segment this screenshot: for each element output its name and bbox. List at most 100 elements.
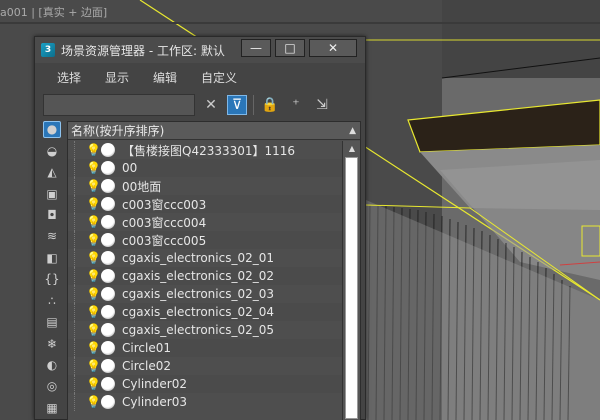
- viewport-label[interactable]: a001 | [真实 + 边面]: [0, 4, 107, 20]
- list-item[interactable]: 💡 Cylinder02: [68, 375, 342, 393]
- visibility-icon[interactable]: [101, 323, 115, 337]
- groups-icon[interactable]: ◧: [43, 250, 61, 266]
- visibility-icon[interactable]: [101, 233, 115, 247]
- hidden-icon[interactable]: ◐: [43, 357, 61, 373]
- light-bulb-icon[interactable]: 💡: [86, 377, 101, 391]
- light-bulb-icon[interactable]: 💡: [86, 359, 101, 373]
- visibility-icon[interactable]: [101, 179, 115, 193]
- frozen-icon[interactable]: ❄: [43, 335, 61, 351]
- visibility-icon[interactable]: [101, 197, 115, 211]
- spacewarps-icon[interactable]: ≋: [43, 228, 61, 244]
- search-input[interactable]: [43, 94, 195, 116]
- vertical-scrollbar[interactable]: ▲: [342, 141, 360, 420]
- list-item[interactable]: 💡 c003窗ccc005: [68, 231, 342, 249]
- visibility-icon[interactable]: [101, 341, 115, 355]
- sort-ascending-icon[interactable]: ▲: [349, 122, 356, 140]
- tree-connector: [74, 159, 75, 177]
- cameras-icon[interactable]: ▣: [43, 185, 61, 201]
- list-item[interactable]: 💡 c003窗ccc004: [68, 213, 342, 231]
- menu-select[interactable]: 选择: [43, 69, 91, 86]
- visibility-icon[interactable]: [101, 215, 115, 229]
- object-name: cgaxis_electronics_02_05: [122, 323, 274, 337]
- tree-connector: [74, 231, 75, 249]
- list-item[interactable]: 💡 cgaxis_electronics_02_03: [68, 285, 342, 303]
- list-item[interactable]: 💡 cgaxis_electronics_02_02: [68, 267, 342, 285]
- close-button[interactable]: ✕: [309, 39, 357, 57]
- containers-icon[interactable]: ▤: [43, 314, 61, 330]
- list-item[interactable]: 💡 00: [68, 159, 342, 177]
- menu-edit[interactable]: 编辑: [139, 69, 187, 86]
- light-bulb-icon[interactable]: 💡: [86, 143, 101, 157]
- list-item[interactable]: 💡 Cylinder03: [68, 393, 342, 411]
- list-item[interactable]: 💡 00地面: [68, 177, 342, 195]
- geometry-icon[interactable]: ●: [43, 121, 61, 138]
- visibility-icon[interactable]: [101, 143, 115, 157]
- lights-icon[interactable]: ◭: [43, 164, 61, 180]
- tree-connector: [74, 177, 75, 195]
- visibility-icon[interactable]: [101, 161, 115, 175]
- object-name: cgaxis_electronics_02_04: [122, 305, 274, 319]
- object-name: 00: [122, 161, 138, 175]
- scroll-thumb[interactable]: [345, 157, 358, 419]
- title-bar[interactable]: 3 场景资源管理器 - 工作区: 默认 — □ ✕: [35, 37, 365, 63]
- light-bulb-icon[interactable]: 💡: [86, 215, 101, 229]
- scene-explorer-window[interactable]: 3 场景资源管理器 - 工作区: 默认 — □ ✕ 选择 显示 编辑 自定义 ✕…: [34, 36, 366, 420]
- tree-connector: [74, 267, 75, 285]
- visibility-icon[interactable]: [101, 377, 115, 391]
- object-name: cgaxis_electronics_02_01: [122, 251, 274, 265]
- light-bulb-icon[interactable]: 💡: [86, 161, 101, 175]
- list-item[interactable]: 💡 【售楼接图Q42333301】1116: [68, 141, 342, 159]
- visibility-icon[interactable]: [101, 359, 115, 373]
- tree-connector: [74, 285, 75, 303]
- light-bulb-icon[interactable]: 💡: [86, 233, 101, 247]
- light-bulb-icon[interactable]: 💡: [86, 323, 101, 337]
- list-item[interactable]: 💡 c003窗ccc003: [68, 195, 342, 213]
- menu-bar: 选择 显示 编辑 自定义: [43, 65, 247, 89]
- object-name: Cylinder02: [122, 377, 187, 391]
- bones-icon[interactable]: ∴: [43, 293, 61, 309]
- maximize-button[interactable]: □: [275, 39, 305, 57]
- visibility-icon[interactable]: [101, 287, 115, 301]
- visibility-icon[interactable]: [101, 269, 115, 283]
- xrefs-icon[interactable]: {}: [43, 271, 61, 287]
- light-bulb-icon[interactable]: 💡: [86, 305, 101, 319]
- explorer-toolbar: ✕ ⊽ 🔒 ⁺ ⇲: [43, 93, 363, 117]
- clear-search-icon[interactable]: ✕: [201, 95, 221, 115]
- light-bulb-icon[interactable]: 💡: [86, 197, 101, 211]
- filter-icon[interactable]: ⊽: [227, 95, 247, 115]
- lock-icon[interactable]: 🔒: [260, 95, 280, 115]
- viewport-border: [0, 22, 600, 24]
- app-logo-icon: 3: [41, 43, 55, 57]
- scroll-up-icon[interactable]: ▲: [346, 143, 358, 155]
- light-bulb-icon[interactable]: 💡: [86, 287, 101, 301]
- display-all-icon[interactable]: ▦: [43, 400, 61, 416]
- visibility-icon[interactable]: [101, 251, 115, 265]
- object-name: 00地面: [122, 179, 162, 194]
- light-bulb-icon[interactable]: 💡: [86, 395, 101, 409]
- light-bulb-icon[interactable]: 💡: [86, 341, 101, 355]
- visibility-icon[interactable]: [101, 395, 115, 409]
- list-item[interactable]: 💡 cgaxis_electronics_02_01: [68, 249, 342, 267]
- light-bulb-icon[interactable]: 💡: [86, 179, 101, 193]
- add-to-selection-icon[interactable]: ⁺: [286, 95, 306, 115]
- menu-display[interactable]: 显示: [91, 69, 139, 86]
- menu-customize[interactable]: 自定义: [187, 69, 247, 86]
- visibility-icon[interactable]: [101, 305, 115, 319]
- list-item[interactable]: 💡 cgaxis_electronics_02_05: [68, 321, 342, 339]
- shapes-icon[interactable]: ◒: [43, 143, 61, 159]
- helpers-icon[interactable]: ◘: [43, 207, 61, 223]
- link-icon[interactable]: ⇲: [312, 95, 332, 115]
- layers-icon[interactable]: ◎: [43, 378, 61, 394]
- minimize-button[interactable]: —: [241, 39, 271, 57]
- light-bulb-icon[interactable]: 💡: [86, 251, 101, 265]
- object-name: Cylinder03: [122, 395, 187, 409]
- column-header-name[interactable]: 名称(按升序排序) ▲: [68, 122, 360, 140]
- list-item[interactable]: 💡 Circle02: [68, 357, 342, 375]
- light-bulb-icon[interactable]: 💡: [86, 269, 101, 283]
- tree-connector: [74, 375, 75, 393]
- list-item[interactable]: 💡 Circle01: [68, 339, 342, 357]
- list-item[interactable]: 💡 cgaxis_electronics_02_04: [68, 303, 342, 321]
- tree-connector: [74, 357, 75, 375]
- object-list[interactable]: 名称(按升序排序) ▲ 💡 【售楼接图Q42333301】1116 💡 00 💡 00地面…: [67, 121, 361, 420]
- tree-connector: [74, 213, 75, 231]
